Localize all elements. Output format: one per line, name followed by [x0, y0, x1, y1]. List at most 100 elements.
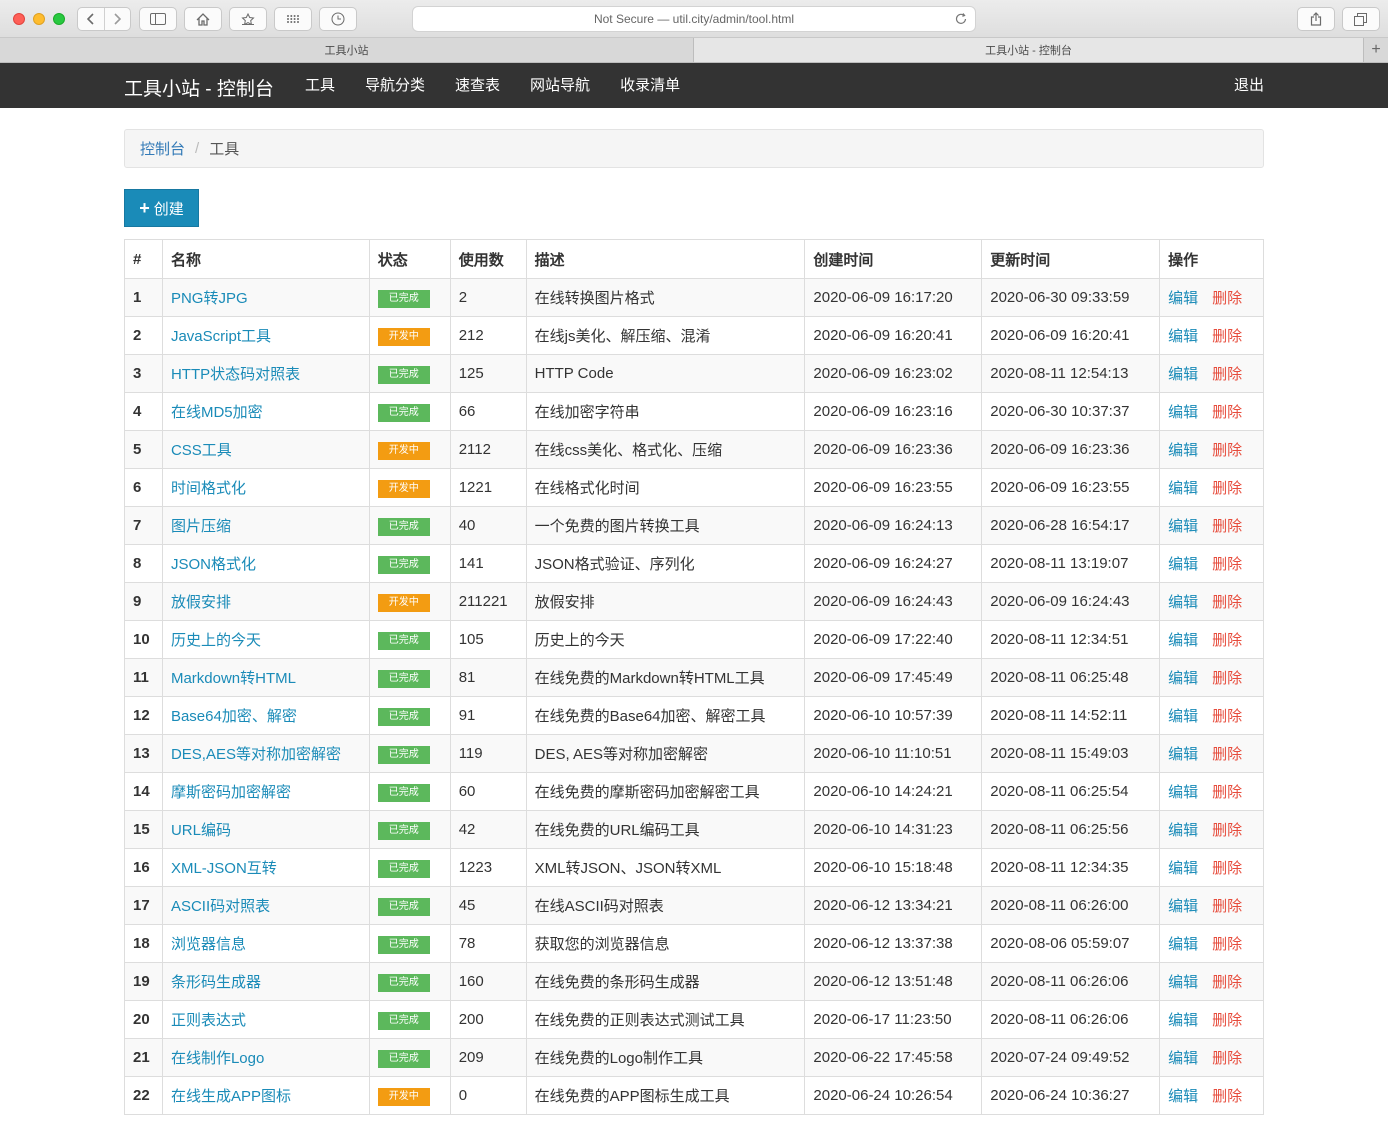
edit-link[interactable]: 编辑 — [1168, 518, 1198, 535]
edit-link[interactable]: 编辑 — [1168, 974, 1198, 991]
edit-link[interactable]: 编辑 — [1168, 708, 1198, 725]
tool-name-link[interactable]: DES,AES等对称加密解密 — [171, 746, 341, 763]
edit-link[interactable]: 编辑 — [1168, 404, 1198, 421]
edit-link[interactable]: 编辑 — [1168, 594, 1198, 611]
brand-title[interactable]: 工具小站 - 控制台 — [124, 74, 274, 101]
tool-name-link[interactable]: 条形码生成器 — [171, 974, 261, 991]
tool-name-link[interactable]: HTTP状态码对照表 — [171, 366, 300, 383]
tool-name-link[interactable]: CSS工具 — [171, 442, 232, 459]
delete-link[interactable]: 删除 — [1212, 328, 1242, 345]
delete-link[interactable]: 删除 — [1212, 1050, 1242, 1067]
delete-link[interactable]: 删除 — [1212, 366, 1242, 383]
delete-link[interactable]: 删除 — [1212, 404, 1242, 421]
description-cell: 在线加密字符串 — [525, 392, 806, 431]
delete-link[interactable]: 删除 — [1212, 784, 1242, 801]
description-cell: 在线免费的Markdown转HTML工具 — [525, 658, 806, 697]
minimize-window-button[interactable] — [33, 12, 45, 25]
delete-link[interactable]: 删除 — [1212, 708, 1242, 725]
edit-link[interactable]: 编辑 — [1168, 556, 1198, 573]
edit-link[interactable]: 编辑 — [1168, 746, 1198, 763]
tool-name-link[interactable]: 历史上的今天 — [171, 632, 261, 649]
tool-name-link[interactable]: 时间格式化 — [171, 480, 246, 497]
tool-name-link[interactable]: JavaScript工具 — [171, 328, 271, 345]
menu-item-tools[interactable]: 工具 — [290, 63, 350, 108]
zoom-window-button[interactable] — [53, 12, 65, 25]
description-cell: 在线免费的正则表达式测试工具 — [525, 1000, 806, 1039]
history-button[interactable] — [319, 7, 357, 31]
back-button[interactable] — [78, 8, 104, 30]
edit-link[interactable]: 编辑 — [1168, 898, 1198, 915]
edit-link[interactable]: 编辑 — [1168, 290, 1198, 307]
delete-link[interactable]: 删除 — [1212, 898, 1242, 915]
new-tab-button[interactable]: + — [1364, 38, 1388, 62]
delete-link[interactable]: 删除 — [1212, 670, 1242, 687]
edit-link[interactable]: 编辑 — [1168, 1050, 1198, 1067]
tool-name-link[interactable]: 在线MD5加密 — [171, 404, 263, 421]
delete-link[interactable]: 删除 — [1212, 480, 1242, 497]
delete-link[interactable]: 删除 — [1212, 290, 1242, 307]
delete-link[interactable]: 删除 — [1212, 746, 1242, 763]
menu-item-collection[interactable]: 收录清单 — [605, 63, 695, 108]
delete-link[interactable]: 删除 — [1212, 518, 1242, 535]
edit-link[interactable]: 编辑 — [1168, 936, 1198, 953]
tool-name-link[interactable]: 正则表达式 — [171, 1012, 246, 1029]
edit-link[interactable]: 编辑 — [1168, 784, 1198, 801]
delete-link[interactable]: 删除 — [1212, 936, 1242, 953]
count-cell: 60 — [449, 772, 527, 811]
delete-link[interactable]: 删除 — [1212, 632, 1242, 649]
tool-name-link[interactable]: ASCII码对照表 — [171, 898, 270, 915]
tab-tool-site[interactable]: 工具小站 — [0, 38, 694, 62]
close-window-button[interactable] — [13, 12, 25, 25]
tab-console[interactable]: 工具小站 - 控制台 — [694, 38, 1364, 62]
bookmarks-button[interactable] — [229, 7, 267, 31]
tool-name-link[interactable]: Markdown转HTML — [171, 670, 296, 687]
tool-name-link[interactable]: PNG转JPG — [171, 290, 248, 307]
updated-cell: 2020-07-24 09:49:52 — [981, 1038, 1161, 1077]
address-bar[interactable]: Not Secure — util.city/admin/tool.html — [412, 6, 976, 32]
tool-name-link[interactable]: URL编码 — [171, 822, 231, 839]
sidebar-button[interactable] — [139, 7, 177, 31]
delete-link[interactable]: 删除 — [1212, 860, 1242, 877]
tool-name-link[interactable]: XML-JSON互转 — [171, 860, 277, 877]
edit-link[interactable]: 编辑 — [1168, 632, 1198, 649]
edit-link[interactable]: 编辑 — [1168, 1088, 1198, 1105]
menu-item-site-nav[interactable]: 网站导航 — [515, 63, 605, 108]
tool-name-link[interactable]: 浏览器信息 — [171, 936, 246, 953]
tool-name-link[interactable]: JSON格式化 — [171, 556, 256, 573]
edit-link[interactable]: 编辑 — [1168, 366, 1198, 383]
tool-name-link[interactable]: Base64加密、解密 — [171, 708, 297, 725]
delete-link[interactable]: 删除 — [1212, 974, 1242, 991]
delete-link[interactable]: 删除 — [1212, 1088, 1242, 1105]
status-badge: 已完成 — [377, 935, 430, 954]
forward-button[interactable] — [103, 8, 131, 30]
top-sites-button[interactable] — [274, 7, 312, 31]
delete-link[interactable]: 删除 — [1212, 594, 1242, 611]
edit-link[interactable]: 编辑 — [1168, 480, 1198, 497]
share-button[interactable] — [1297, 7, 1335, 31]
edit-link[interactable]: 编辑 — [1168, 328, 1198, 345]
count-cell: 160 — [449, 962, 527, 1001]
edit-link[interactable]: 编辑 — [1168, 442, 1198, 459]
create-button[interactable]: + 创建 — [124, 189, 199, 227]
breadcrumb-home-link[interactable]: 控制台 — [140, 138, 185, 159]
edit-link[interactable]: 编辑 — [1168, 670, 1198, 687]
edit-link[interactable]: 编辑 — [1168, 860, 1198, 877]
delete-link[interactable]: 删除 — [1212, 822, 1242, 839]
tool-name-link[interactable]: 在线生成APP图标 — [171, 1088, 291, 1105]
edit-link[interactable]: 编辑 — [1168, 1012, 1198, 1029]
delete-link[interactable]: 删除 — [1212, 442, 1242, 459]
tool-name-link[interactable]: 图片压缩 — [171, 518, 231, 535]
menu-item-cheatsheet[interactable]: 速查表 — [440, 63, 515, 108]
tool-name-link[interactable]: 摩斯密码加密解密 — [171, 784, 291, 801]
reload-icon[interactable] — [954, 12, 968, 26]
home-button[interactable] — [184, 7, 222, 31]
tool-name-link[interactable]: 在线制作Logo — [171, 1050, 264, 1067]
logout-link[interactable]: 退出 — [1234, 63, 1264, 108]
description-cell: JSON格式验证、序列化 — [525, 544, 806, 583]
tool-name-link[interactable]: 放假安排 — [171, 594, 231, 611]
delete-link[interactable]: 删除 — [1212, 556, 1242, 573]
tabs-overview-button[interactable] — [1342, 7, 1380, 31]
menu-item-nav-categories[interactable]: 导航分类 — [350, 63, 440, 108]
delete-link[interactable]: 删除 — [1212, 1012, 1242, 1029]
edit-link[interactable]: 编辑 — [1168, 822, 1198, 839]
